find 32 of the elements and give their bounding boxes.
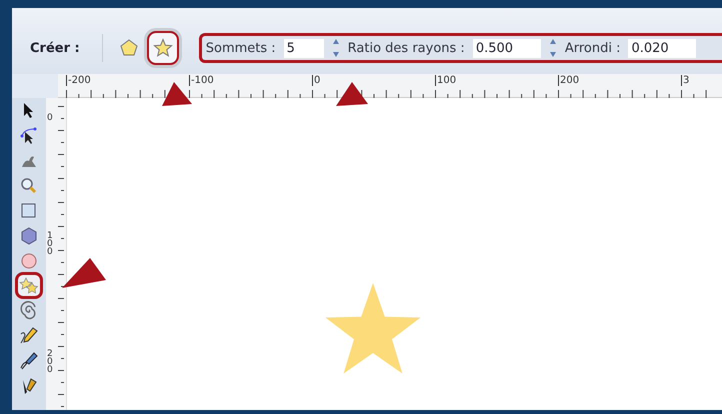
star-mode-button[interactable]: [148, 33, 177, 63]
tool-button[interactable]: [18, 350, 40, 371]
pencil-icon: [19, 326, 39, 346]
ruler-label: -200: [66, 75, 91, 86]
field-label: Ratio des rayons :: [348, 40, 465, 56]
tool-button[interactable]: [18, 275, 40, 296]
ruler-label: 3: [681, 75, 690, 86]
ruler-label: 200: [558, 75, 580, 86]
spin-arrows-icon[interactable]: [548, 38, 557, 58]
ruler-label: 0: [312, 75, 320, 86]
field-label: Sommets :: [206, 40, 276, 56]
callout-arrow: [160, 82, 192, 106]
number-field[interactable]: 0.020: [628, 38, 696, 58]
pen-icon: [19, 350, 39, 370]
number-field[interactable]: 0.500: [472, 38, 541, 58]
ruler-label: 100: [47, 232, 54, 256]
ruler-label: 200: [47, 350, 54, 374]
node-arrow-icon: [19, 126, 39, 146]
number-field[interactable]: 5: [284, 38, 324, 58]
ruler-label: 0: [47, 114, 54, 122]
ruler-label: 100: [435, 75, 456, 86]
toolbar-label: Créer :: [30, 40, 80, 56]
ruler-label: -100: [189, 75, 214, 86]
field-label: Arrondi :: [564, 40, 620, 56]
stars-icon: [19, 276, 39, 296]
spin-arrows-icon[interactable]: [332, 38, 340, 58]
tool-button[interactable]: [18, 325, 40, 346]
pentagon-icon: [118, 38, 139, 58]
circle-icon: [19, 250, 39, 270]
star-icon: [152, 38, 173, 58]
zoom-icon: [19, 176, 39, 196]
callout-arrow: [336, 82, 368, 106]
